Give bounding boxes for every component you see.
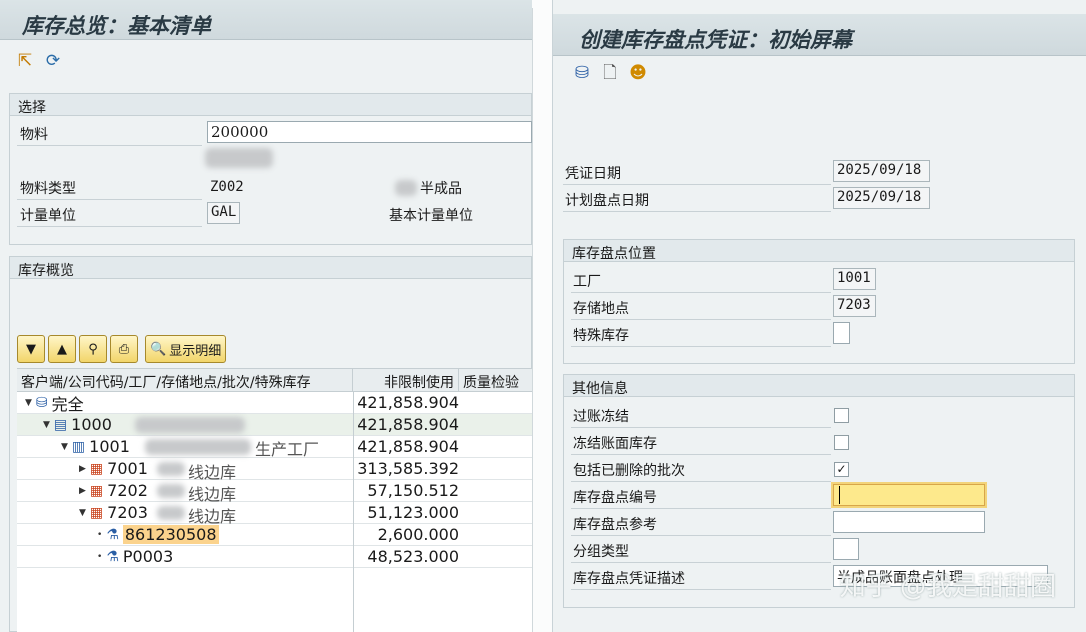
show-detail-button[interactable]: 🔍 显示明细 — [145, 335, 227, 363]
client-icon: ⛁ — [35, 394, 48, 411]
material-label: 物料 — [20, 127, 48, 143]
watermark-text: 知乎 @我是甜甜圈 — [839, 572, 1056, 602]
pi-number-input[interactable] — [833, 484, 985, 506]
company-icon: ▤ — [53, 416, 68, 433]
freeze-book-inventory-checkbox[interactable] — [834, 435, 849, 450]
left-toolbar: ⇱ ⟳ — [14, 50, 64, 72]
create-pi-document-window: 创建库存盘点凭证：初始屏幕 ⛁ 🗋 ☻ 凭证日期 2025/09/18 计划盘点… — [552, 0, 1086, 632]
plant-field[interactable]: 1001 — [833, 268, 876, 290]
binoculars-icon: ⚲ — [88, 341, 98, 357]
expand-all-button[interactable]: ▼ — [17, 335, 45, 363]
storage-location-icon: ▦ — [89, 460, 104, 477]
printer-icon: ⎙ — [118, 341, 130, 357]
location-group — [563, 261, 1075, 364]
location-group-header: 库存盘点位置 — [563, 239, 1075, 262]
deleted-batches-checkbox[interactable]: ✓ — [834, 462, 849, 477]
special-stock-field[interactable] — [833, 322, 850, 344]
collapse-icon: ▲ — [57, 341, 67, 357]
person-icon[interactable]: ☻ — [627, 62, 649, 84]
sloc-label: 存储地点 — [573, 301, 629, 317]
column-separator — [353, 392, 354, 632]
tree-row-batch-p0003[interactable]: • ⚗ P0003 48,523.000 — [17, 546, 532, 568]
material-type-value: Z002 — [210, 179, 244, 195]
special-stock-label: 特殊库存 — [573, 328, 629, 344]
group-type-label: 分组类型 — [573, 544, 629, 560]
storage-location-icon: ▦ — [89, 504, 104, 521]
tree-row-batch-861230508[interactable]: • ⚗ 861230508 2,600.000 — [17, 524, 532, 546]
col-quality[interactable]: 质量检验 — [459, 369, 532, 391]
freeze-label: 冻结账面库存 — [573, 436, 657, 452]
plan-date-field[interactable]: 2025/09/18 — [833, 187, 930, 209]
pi-reference-input[interactable] — [833, 511, 985, 533]
uom-desc: 基本计量单位 — [389, 208, 473, 224]
database-icon[interactable]: ⛁ — [571, 62, 593, 84]
print-button[interactable]: ⎙ — [110, 335, 138, 363]
plant-label: 工厂 — [573, 274, 601, 290]
tree-row-company[interactable]: ▼ ▤ 1000 421,858.904 — [17, 414, 532, 436]
selection-group-header: 选择 — [9, 93, 532, 116]
pi-number-label: 库存盘点编号 — [573, 490, 657, 506]
batch-icon: ⚗ — [106, 526, 119, 543]
doc-date-label: 凭证日期 — [565, 166, 621, 182]
expand-triangle-icon[interactable]: ▶ — [79, 464, 86, 474]
group-type-input[interactable] — [833, 538, 859, 560]
plant-icon: ▥ — [71, 438, 86, 455]
storage-location-icon: ▦ — [89, 482, 104, 499]
show-detail-label: 显示明细 — [169, 343, 222, 359]
material-input[interactable]: 200000 — [207, 121, 532, 143]
tree-row-plant[interactable]: ▼ ▥ 1001 生产工厂 421,858.904 — [17, 436, 532, 459]
expand-triangle-icon[interactable]: ▶ — [79, 486, 86, 496]
posting-block-checkbox[interactable] — [834, 408, 849, 423]
other-group-header: 其他信息 — [563, 374, 1075, 397]
new-document-icon[interactable]: 🗋 — [599, 62, 621, 84]
collapse-triangle-icon[interactable]: ▼ — [25, 398, 32, 408]
collapse-triangle-icon[interactable]: ▼ — [43, 420, 50, 430]
redacted-type-prefix — [395, 180, 417, 196]
redacted-company-name — [135, 417, 245, 433]
left-window-title: 库存总览：基本清单 — [0, 0, 532, 40]
export-icon[interactable]: ⇱ — [14, 50, 36, 72]
batch-icon: ⚗ — [106, 548, 119, 565]
leaf-bullet-icon: • — [97, 529, 103, 540]
material-type-label: 物料类型 — [20, 181, 76, 197]
redacted-sloc-name — [157, 506, 185, 520]
stock-overview-window: 库存总览：基本清单 ⇱ ⟳ 选择 物料 200000 物料类型 Z002 半成品… — [0, 0, 532, 632]
tree-row-sloc-7203[interactable]: ▼ ▦ 7203 线边库 51,123.000 — [17, 502, 532, 526]
material-type-desc: 半成品 — [420, 181, 462, 197]
redacted-sloc-name — [157, 462, 185, 476]
deleted-batches-label: 包括已删除的批次 — [573, 463, 685, 479]
refresh-icon[interactable]: ⟳ — [42, 50, 64, 72]
tree-table-body: ▼ ⛁ 完全 421,858.904 ▼ ▤ 1000 421,858.904 ▼ ▥ 10… — [17, 392, 532, 632]
sloc-field[interactable]: 7203 — [833, 295, 876, 317]
redacted-sloc-name — [157, 484, 185, 498]
posting-block-label: 过账冻结 — [573, 409, 629, 425]
tree-row-sloc-7001[interactable]: ▶ ▦ 7001 线边库 313,585.392 — [17, 458, 532, 482]
tree-button-bar: ▼ ▲ ⚲ ⎙ 🔍 显示明细 — [17, 335, 227, 363]
pi-reference-label: 库存盘点参考 — [573, 517, 657, 533]
doc-date-field[interactable]: 2025/09/18 — [833, 160, 930, 182]
pi-desc-label: 库存盘点凭证描述 — [573, 571, 685, 587]
leaf-bullet-icon: • — [97, 551, 103, 562]
right-window-title: 创建库存盘点凭证：初始屏幕 — [553, 14, 1086, 56]
redacted-plant-name — [145, 439, 251, 455]
tree-row-sloc-7202[interactable]: ▶ ▦ 7202 线边库 57,150.512 — [17, 480, 532, 504]
collapse-triangle-icon[interactable]: ▼ — [79, 508, 86, 518]
tree-row-total[interactable]: ▼ ⛁ 完全 421,858.904 — [17, 392, 532, 414]
redacted-material-desc — [205, 148, 273, 168]
right-toolbar: ⛁ 🗋 ☻ — [571, 62, 649, 84]
detail-icon: 🔍 — [150, 341, 167, 357]
col-hierarchy[interactable]: 客户端/公司代码/工厂/存储地点/批次/特殊库存 — [17, 369, 353, 391]
expand-icon: ▼ — [26, 341, 36, 357]
collapse-triangle-icon[interactable]: ▼ — [61, 442, 68, 452]
col-unrestricted[interactable]: 非限制使用 — [353, 369, 459, 391]
uom-field: GAL — [207, 202, 240, 224]
plan-date-label: 计划盘点日期 — [565, 193, 649, 209]
collapse-all-button[interactable]: ▲ — [48, 335, 76, 363]
tree-table-header: 客户端/公司代码/工厂/存储地点/批次/特殊库存 非限制使用 质量检验 — [17, 368, 532, 392]
overview-group-header: 库存概览 — [9, 256, 532, 279]
find-button[interactable]: ⚲ — [79, 335, 107, 363]
window-gap — [532, 0, 552, 632]
uom-label: 计量单位 — [20, 208, 76, 224]
